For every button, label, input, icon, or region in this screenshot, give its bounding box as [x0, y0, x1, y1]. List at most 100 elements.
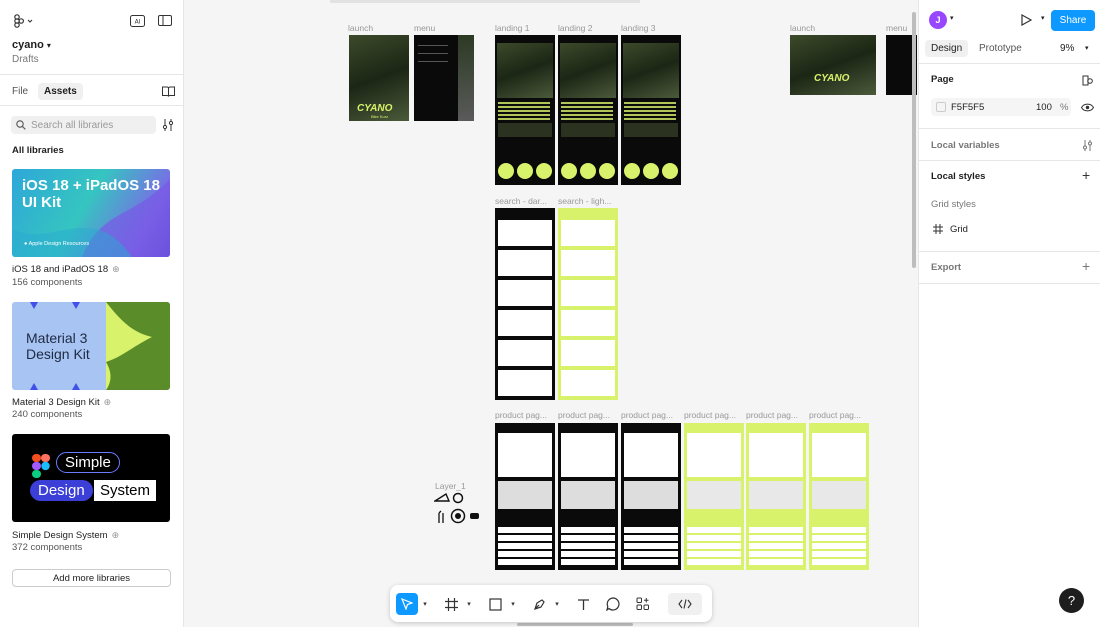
- help-button[interactable]: ?: [1059, 588, 1084, 613]
- add-export-button[interactable]: +: [1082, 258, 1090, 274]
- landing-hero-image: [623, 43, 679, 98]
- main-menu-button[interactable]: [10, 13, 36, 29]
- library-search-input[interactable]: Search all libraries: [11, 116, 156, 134]
- library-thumb-material[interactable]: Material 3 Design Kit: [12, 302, 170, 390]
- library-name-text: Material 3 Design Kit: [12, 397, 100, 408]
- frame-product-1[interactable]: [495, 423, 555, 570]
- book-icon: [161, 86, 175, 97]
- library-thumb-ios[interactable]: iOS 18 + iPadOS 18 UI Kit ● Apple Design…: [12, 169, 170, 257]
- color-swatch[interactable]: [936, 102, 946, 112]
- tab-file[interactable]: File: [6, 83, 34, 100]
- export-section[interactable]: Export +: [919, 252, 1100, 284]
- frame-product-3[interactable]: [621, 423, 681, 570]
- grid-icon: [933, 224, 943, 234]
- frame-search-light[interactable]: [558, 208, 618, 400]
- product-specs: [749, 527, 803, 567]
- sliders-icon: [1082, 139, 1092, 151]
- visibility-toggle[interactable]: [1080, 101, 1094, 113]
- frame-label-landing-3: landing 3: [621, 23, 656, 33]
- chevron-down-icon[interactable]: ▾: [420, 593, 430, 615]
- page-section-title: Page: [931, 74, 954, 85]
- filter-button[interactable]: [161, 118, 175, 132]
- dev-mode-toggle[interactable]: [668, 593, 702, 615]
- chevron-down-icon[interactable]: ▾: [464, 593, 474, 615]
- landing-thumbs: [561, 123, 615, 137]
- ai-button[interactable]: AI: [128, 13, 146, 28]
- frame-landing-1[interactable]: [495, 35, 555, 185]
- add-more-libraries-button[interactable]: Add more libraries: [12, 569, 171, 587]
- ai-icon: AI: [129, 14, 145, 27]
- library-name-material[interactable]: Material 3 Design Kit ⊕: [12, 397, 111, 408]
- text-icon: [577, 598, 589, 610]
- frame-label-product-1: product pag...: [495, 410, 547, 420]
- frame-product-5[interactable]: [746, 423, 806, 570]
- grid-style-label[interactable]: Grid: [950, 224, 968, 235]
- library-thumb-simple[interactable]: Simple Design System: [12, 434, 170, 522]
- page-styles-button[interactable]: [1081, 74, 1093, 86]
- sliders-icon: [162, 119, 174, 131]
- figma-icon: [14, 14, 33, 28]
- search-results-list: [498, 220, 552, 396]
- product-image: [561, 481, 615, 509]
- tab-assets[interactable]: Assets: [38, 83, 83, 100]
- svg-text:AI: AI: [134, 18, 140, 25]
- add-style-button[interactable]: +: [1082, 167, 1090, 183]
- frame-launch-b[interactable]: CYANO: [790, 35, 876, 95]
- page-color-value[interactable]: F5F5F5: [951, 102, 984, 113]
- frame-search-dark[interactable]: [495, 208, 555, 400]
- frame-tool-button[interactable]: [440, 593, 462, 615]
- simple-word: Simple: [56, 452, 120, 473]
- frame-label-product-6: product pag...: [809, 410, 861, 420]
- logo-text: CYANO: [357, 103, 393, 114]
- library-count-ios: 156 components: [12, 277, 83, 288]
- frame-product-6[interactable]: [809, 423, 869, 570]
- landing-circle: [580, 163, 596, 179]
- grid-style-item[interactable]: [933, 224, 943, 237]
- search-results-list: [561, 220, 615, 396]
- product-specs: [498, 527, 552, 567]
- file-name[interactable]: cyano ▾: [12, 39, 51, 51]
- shape-tool-button[interactable]: [484, 593, 506, 615]
- actions-tool-button[interactable]: [632, 593, 654, 615]
- frame-product-4[interactable]: [684, 423, 744, 570]
- pen-icon: [533, 598, 545, 610]
- landing-hero-image: [497, 43, 553, 98]
- layer-icons[interactable]: [434, 491, 484, 527]
- frame-product-2[interactable]: [558, 423, 618, 570]
- comment-tool-button[interactable]: [602, 593, 624, 615]
- chevron-down-icon[interactable]: ▾: [552, 593, 562, 615]
- product-card: [561, 433, 615, 477]
- library-name-ios[interactable]: iOS 18 and iPadOS 18 ⊕: [12, 264, 120, 275]
- chevron-down-icon[interactable]: ▾: [508, 593, 518, 615]
- file-location[interactable]: Drafts: [12, 54, 39, 65]
- frame-label-product-2: product pag...: [558, 410, 610, 420]
- local-variables-section[interactable]: Local variables: [919, 129, 1100, 161]
- text-tool-button[interactable]: [572, 593, 594, 615]
- variables-button[interactable]: [1081, 139, 1093, 151]
- product-image: [749, 481, 803, 509]
- apple-icon: ●: [24, 241, 28, 247]
- frame-menu[interactable]: [414, 35, 474, 121]
- move-tool-button[interactable]: [396, 593, 418, 615]
- canvas[interactable]: launch menu landing 1 landing 2 landing …: [185, 0, 917, 627]
- page-color-field[interactable]: F5F5F5 100 %: [931, 98, 1071, 116]
- product-card: [687, 433, 741, 477]
- pen-tool-button[interactable]: [528, 593, 550, 615]
- frame-landing-3[interactable]: [621, 35, 681, 185]
- product-image: [498, 481, 552, 509]
- horizontal-scrollbar[interactable]: [517, 623, 633, 626]
- landing-circle: [624, 163, 640, 179]
- page-opacity-value[interactable]: 100: [1036, 102, 1052, 113]
- system-word: System: [94, 480, 157, 501]
- product-image: [812, 481, 866, 509]
- toggle-sidebar-button[interactable]: [156, 13, 174, 28]
- chevron-down-icon: ▾: [46, 41, 51, 50]
- frame-label-landing-1: landing 1: [495, 23, 530, 33]
- product-specs: [687, 527, 741, 567]
- library-name-simple[interactable]: Simple Design System ⊕: [12, 530, 119, 541]
- frame-landing-2[interactable]: [558, 35, 618, 185]
- vertical-scrollbar[interactable]: [912, 12, 916, 268]
- library-button[interactable]: [160, 84, 176, 98]
- ios-thumb-caption: ● Apple Design Resources: [24, 241, 89, 247]
- frame-launch[interactable]: CYANO Bike Kurz: [349, 35, 409, 121]
